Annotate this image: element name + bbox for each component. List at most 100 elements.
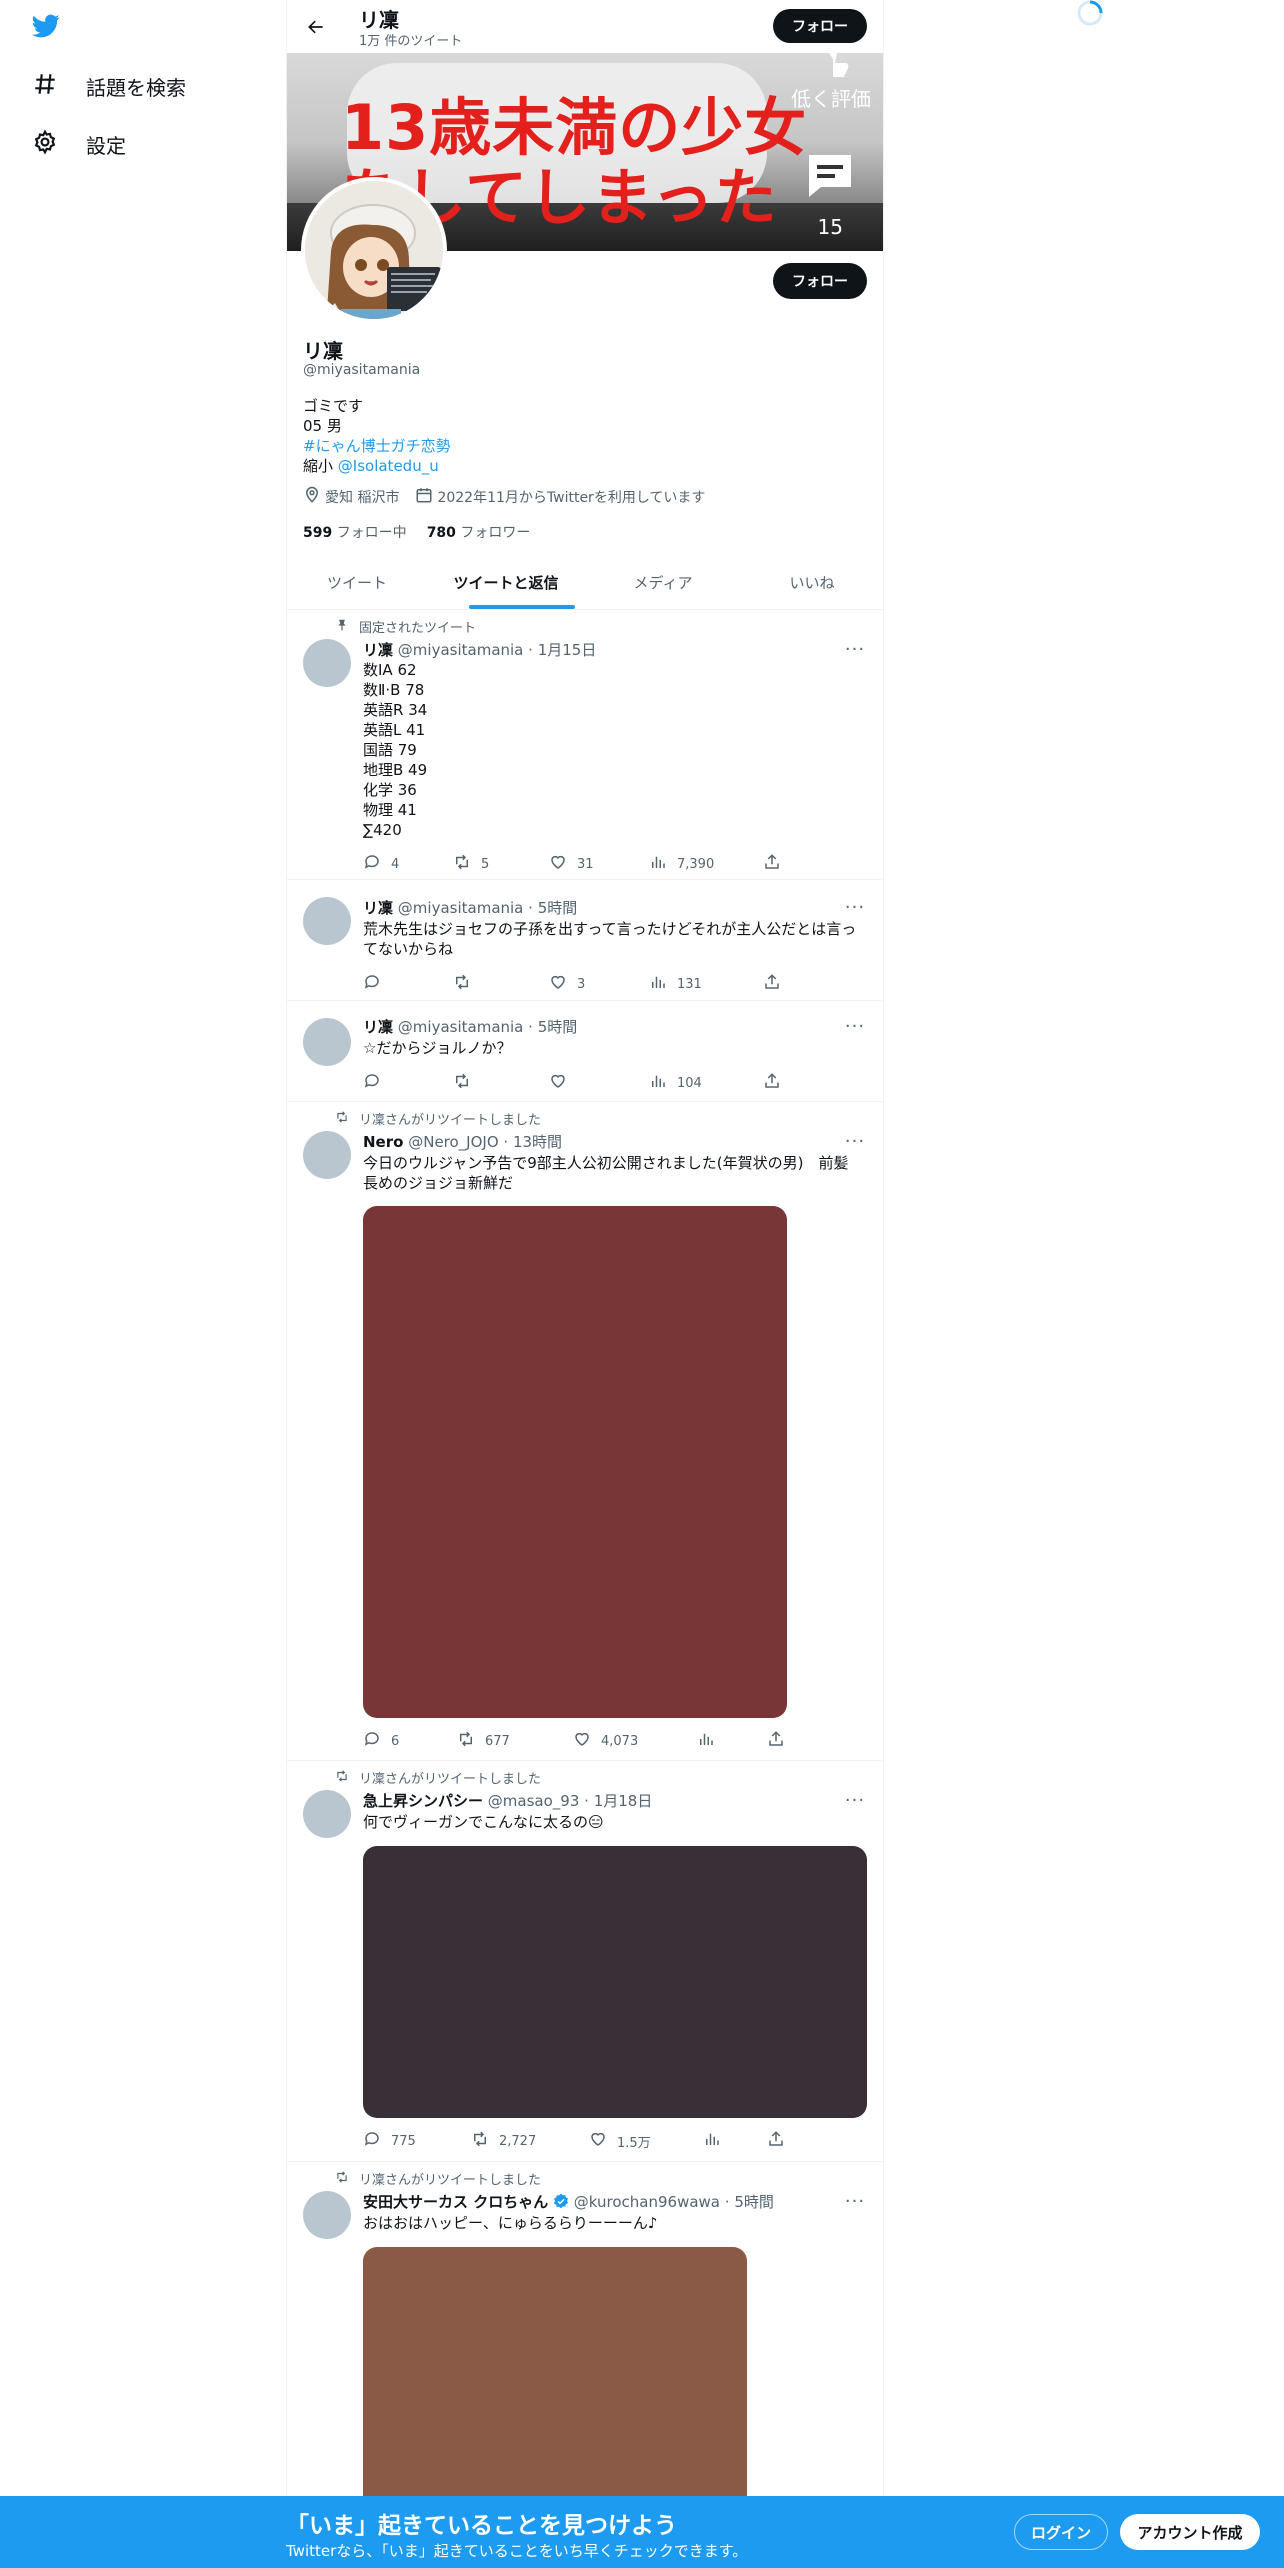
tweet-actions: 104	[363, 1072, 783, 1092]
tweet-item[interactable]: リ凜さんがリツイートしました Nero @Nero_JOJO · 13時間 ··…	[287, 1103, 883, 1761]
tweet-time[interactable]: 13時間	[513, 1133, 562, 1151]
header-follow-button[interactable]: フォロー	[773, 9, 867, 43]
tweet-media[interactable]	[363, 1846, 867, 2118]
profile-follow-button[interactable]: フォロー	[773, 263, 867, 299]
bio-mention-link[interactable]: @Isolatedu_u	[338, 457, 439, 475]
retweet-button[interactable]: 5	[453, 853, 489, 875]
retweet-button[interactable]: 2,727	[471, 2130, 536, 2152]
profile-avatar[interactable]	[301, 177, 447, 323]
bio-hashtag-link[interactable]: #にゃん博士ガチ恋勢	[303, 437, 451, 455]
hashtag-icon	[32, 71, 58, 102]
views-button[interactable]: 131	[649, 973, 702, 995]
tweet-time[interactable]: 1月18日	[594, 1792, 653, 1810]
profile-location: 愛知 稲沢市	[325, 490, 400, 506]
back-button[interactable]	[301, 12, 331, 42]
profile-bio: ゴミです 05 男 #にゃん博士ガチ恋勢 縮小 @Isolatedu_u	[303, 396, 451, 476]
tab-tweets-and-replies[interactable]: ツイートと返信	[427, 555, 585, 610]
twitter-logo-icon[interactable]	[30, 12, 66, 44]
reply-button[interactable]	[363, 1072, 391, 1094]
bio-line: 縮小	[303, 457, 338, 475]
tweet-author-name[interactable]: リ凜	[363, 641, 393, 659]
tweet-time[interactable]: 5時間	[734, 2193, 774, 2211]
tweet-item[interactable]: 固定されたツイート リ凜 @miyasitamania · 1月15日 ··· …	[287, 611, 883, 880]
tweet-author-name[interactable]: リ凜	[363, 899, 393, 917]
tweet-actions: 775 2,727 1.5万	[363, 2130, 787, 2152]
tweet-item[interactable]: リ凜 @miyasitamania · 5時間 ··· ☆だからジョルノか？ 1…	[287, 1002, 883, 1102]
tweet-item[interactable]: リ凜さんがリツイートしました 安田大サーカス クロちゃん @kurochan96…	[287, 2163, 883, 2517]
like-button[interactable]: 3	[549, 973, 585, 995]
tweet-avatar[interactable]	[303, 2191, 351, 2239]
reply-button[interactable]	[363, 973, 391, 995]
reply-button[interactable]: 6	[363, 1730, 399, 1752]
share-button[interactable]	[763, 1072, 781, 1094]
more-options-icon[interactable]: ···	[843, 639, 867, 660]
tweet-actions: 3 131	[363, 973, 783, 993]
tweet-author-handle[interactable]: @miyasitamania	[398, 899, 524, 917]
reply-icon	[363, 1730, 381, 1752]
tweet-avatar[interactable]	[303, 1790, 351, 1838]
bar-chart-icon	[697, 1730, 715, 1752]
tab-tweets[interactable]: ツイート	[287, 555, 427, 610]
tweet-avatar[interactable]	[303, 897, 351, 945]
tweet-avatar[interactable]	[303, 1018, 351, 1066]
reply-icon	[363, 1072, 381, 1094]
tweet-author-handle[interactable]: @miyasitamania	[398, 641, 524, 659]
like-button[interactable]	[549, 1072, 577, 1094]
share-button[interactable]	[763, 853, 781, 875]
share-button[interactable]	[767, 2130, 785, 2152]
tweet-time[interactable]: 1月15日	[538, 641, 597, 659]
views-button[interactable]: 7,390	[649, 853, 714, 875]
share-button[interactable]	[767, 1730, 785, 1752]
retweet-button[interactable]	[453, 973, 481, 995]
login-button[interactable]: ログイン	[1014, 2514, 1108, 2550]
reply-button[interactable]: 775	[363, 2130, 416, 2152]
more-options-icon[interactable]: ···	[843, 1131, 867, 1152]
banner-overlay-label: 低く評価	[791, 87, 871, 111]
tweet-time[interactable]: 5時間	[538, 1018, 578, 1036]
tweet-time[interactable]: 5時間	[538, 899, 578, 917]
nav-explore[interactable]: 話題を検索	[32, 66, 186, 106]
tweet-avatar[interactable]	[303, 1131, 351, 1179]
location-pin-icon	[303, 486, 321, 508]
more-options-icon[interactable]: ···	[843, 897, 867, 918]
tweet-author-name[interactable]: Nero	[363, 1133, 403, 1151]
bar-chart-icon	[649, 1072, 667, 1094]
tweet-author-handle[interactable]: @kurochan96wawa	[574, 2193, 720, 2211]
tweet-author-handle[interactable]: @masao_93	[488, 1792, 580, 1810]
tweet-author-handle[interactable]: @miyasitamania	[398, 1018, 524, 1036]
tweet-author-name[interactable]: リ凜	[363, 1018, 393, 1036]
retweet-button[interactable]: 677	[457, 1730, 510, 1752]
bio-line: 05 男	[303, 417, 342, 435]
nav-settings[interactable]: 設定	[32, 124, 126, 164]
banner-text-line1: 13歳未満の少女	[341, 91, 808, 164]
tweet-media[interactable]	[363, 1206, 787, 1718]
profile-header-bar: リ凜 1万 件のツイート フォロー	[287, 0, 883, 53]
tweet-author-name[interactable]: 安田大サーカス クロちゃん	[363, 2193, 548, 2211]
tweet-avatar[interactable]	[303, 639, 351, 687]
more-options-icon[interactable]: ···	[843, 1016, 867, 1037]
tab-media[interactable]: メディア	[585, 555, 741, 610]
like-button[interactable]: 31	[549, 853, 594, 875]
views-button[interactable]	[703, 2130, 721, 2152]
views-button[interactable]: 104	[649, 1072, 702, 1094]
retweet-icon	[471, 2130, 489, 2152]
more-options-icon[interactable]: ···	[843, 1790, 867, 1811]
tweet-author-handle[interactable]: @Nero_JOJO	[408, 1133, 498, 1151]
tab-likes[interactable]: いいね	[741, 555, 883, 610]
signup-banner-title: 「いま」起きていることを見つけよう	[286, 2513, 677, 2539]
following-link[interactable]: 599 フォロー中	[303, 522, 407, 542]
like-button[interactable]: 1.5万	[589, 2130, 651, 2152]
tweet-item[interactable]: リ凜 @miyasitamania · 5時間 ··· 荒木先生はジョセフの子孫…	[287, 881, 883, 1001]
share-button[interactable]	[763, 973, 781, 995]
views-button[interactable]	[697, 1730, 715, 1752]
retweet-button[interactable]	[453, 1072, 481, 1094]
reply-button[interactable]: 4	[363, 853, 399, 875]
tweet-media[interactable]	[363, 2247, 747, 2517]
followers-link[interactable]: 780 フォロワー	[427, 522, 531, 542]
share-icon	[763, 853, 781, 875]
tweet-item[interactable]: リ凜さんがリツイートしました 急上昇シンパシー @masao_93 · 1月18…	[287, 1762, 883, 2162]
signup-button[interactable]: アカウント作成	[1120, 2514, 1260, 2550]
more-options-icon[interactable]: ···	[843, 2191, 867, 2212]
like-button[interactable]: 4,073	[573, 1730, 638, 1752]
tweet-author-name[interactable]: 急上昇シンパシー	[363, 1792, 483, 1810]
